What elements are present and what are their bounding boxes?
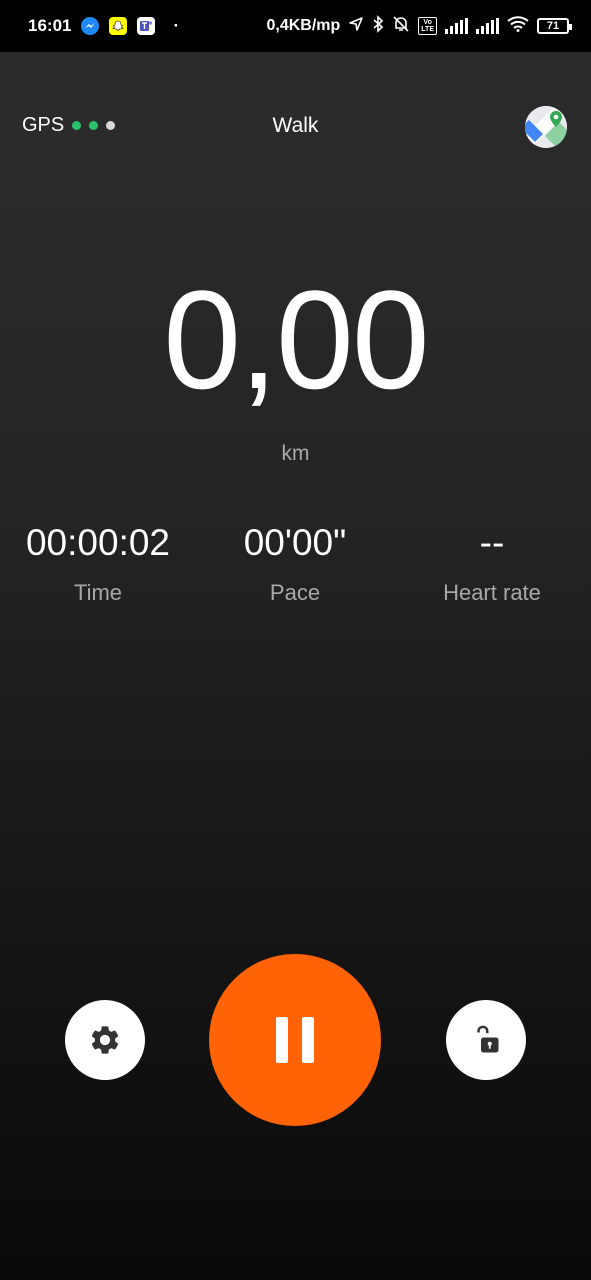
- location-arrow-icon: [348, 16, 364, 37]
- status-bar: 16:01 · 0,4KB/mp Vo LTE 71: [0, 0, 591, 52]
- battery-icon: 71: [537, 18, 572, 34]
- stat-time: 00:00:02 Time: [0, 522, 196, 606]
- signal-icon: [476, 18, 499, 34]
- unlock-icon: [477, 1025, 499, 1053]
- stat-label: Time: [73, 580, 123, 605]
- stat-value: 00:00:02: [25, 522, 171, 563]
- stat-value: 00'00": [243, 522, 347, 563]
- stat-label: Heart rate: [443, 580, 541, 605]
- snapchat-icon: [109, 17, 128, 35]
- gear-icon: [91, 1026, 119, 1054]
- pause-icon: [276, 1017, 288, 1063]
- stat-label: Pace: [269, 580, 321, 605]
- notification-dot: ·: [173, 16, 180, 35]
- distance-value: 0,00: [163, 261, 429, 418]
- stat-value: --: [479, 522, 505, 563]
- pause-button[interactable]: [209, 954, 381, 1126]
- map-pin-icon: [525, 106, 567, 148]
- map-button[interactable]: [525, 106, 567, 148]
- stat-pace: 00'00" Pace: [197, 522, 393, 606]
- messenger-icon: [81, 17, 100, 35]
- pause-icon: [302, 1017, 314, 1063]
- bluetooth-icon: [372, 14, 384, 38]
- network-speed: 0,4KB/mp: [266, 17, 341, 34]
- page-title: Walk: [272, 114, 319, 137]
- wifi-icon: [507, 15, 529, 37]
- settings-button[interactable]: [65, 1000, 145, 1080]
- battery-level: 71: [546, 20, 560, 32]
- lock-button[interactable]: [446, 1000, 526, 1080]
- signal-icon: [445, 18, 468, 34]
- distance-unit: km: [281, 442, 310, 465]
- teams-icon: [137, 17, 156, 35]
- bell-off-icon: [392, 15, 410, 38]
- volte-icon: Vo LTE: [418, 17, 437, 35]
- stat-heart-rate: -- Heart rate: [394, 522, 590, 606]
- status-time: 16:01: [28, 16, 72, 35]
